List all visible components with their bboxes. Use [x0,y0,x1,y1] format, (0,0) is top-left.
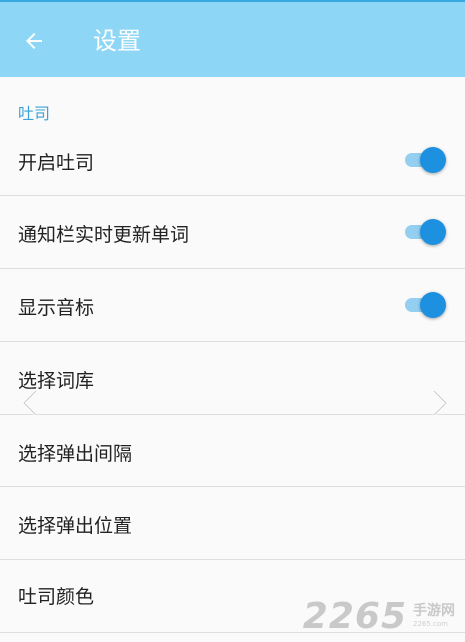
setting-label: 选择弹出位置 [18,515,133,537]
page-title: 设置 [93,27,141,55]
setting-row-popup-interval[interactable]: 选择弹出间隔 [0,415,465,487]
notification-update-switch[interactable] [405,218,447,246]
show-phonetic-switch[interactable] [405,291,447,319]
enable-toast-switch[interactable] [405,146,447,174]
chevron-left-icon [21,389,38,417]
switch-thumb [420,147,446,173]
setting-label: 通知栏实时更新单词 [18,224,190,246]
setting-row-enable-toast[interactable]: 开启吐司 [0,124,465,196]
switch-thumb [420,292,446,318]
setting-label: 选择弹出间隔 [18,443,133,465]
switch-thumb [420,219,446,245]
setting-label: 开启吐司 [18,152,95,174]
watermark-text: 手游网 [413,603,455,619]
chevron-right-icon [432,389,449,417]
setting-label: 吐司颜色 [18,586,95,608]
setting-label: 显示音标 [18,297,95,319]
watermark-sub: 2265.com [413,620,448,628]
next-arrow-button[interactable] [426,388,452,418]
app-bar: 设置 [0,0,465,77]
watermark-number: 2265 [302,595,407,637]
prev-arrow-button[interactable] [18,388,44,418]
section-header-toast: 吐司 [18,104,51,123]
arrow-left-icon [26,33,42,49]
watermark-logo: 2265 手游网 2265.com [302,595,455,637]
setting-row-notification-update[interactable]: 通知栏实时更新单词 [0,196,465,269]
watermark-text-block: 手游网 2265.com [413,604,455,628]
back-button[interactable] [14,21,54,61]
setting-row-show-phonetic[interactable]: 显示音标 [0,269,465,342]
setting-row-select-wordbank[interactable]: 选择词库 [0,342,465,415]
setting-row-popup-position[interactable]: 选择弹出位置 [0,487,465,560]
